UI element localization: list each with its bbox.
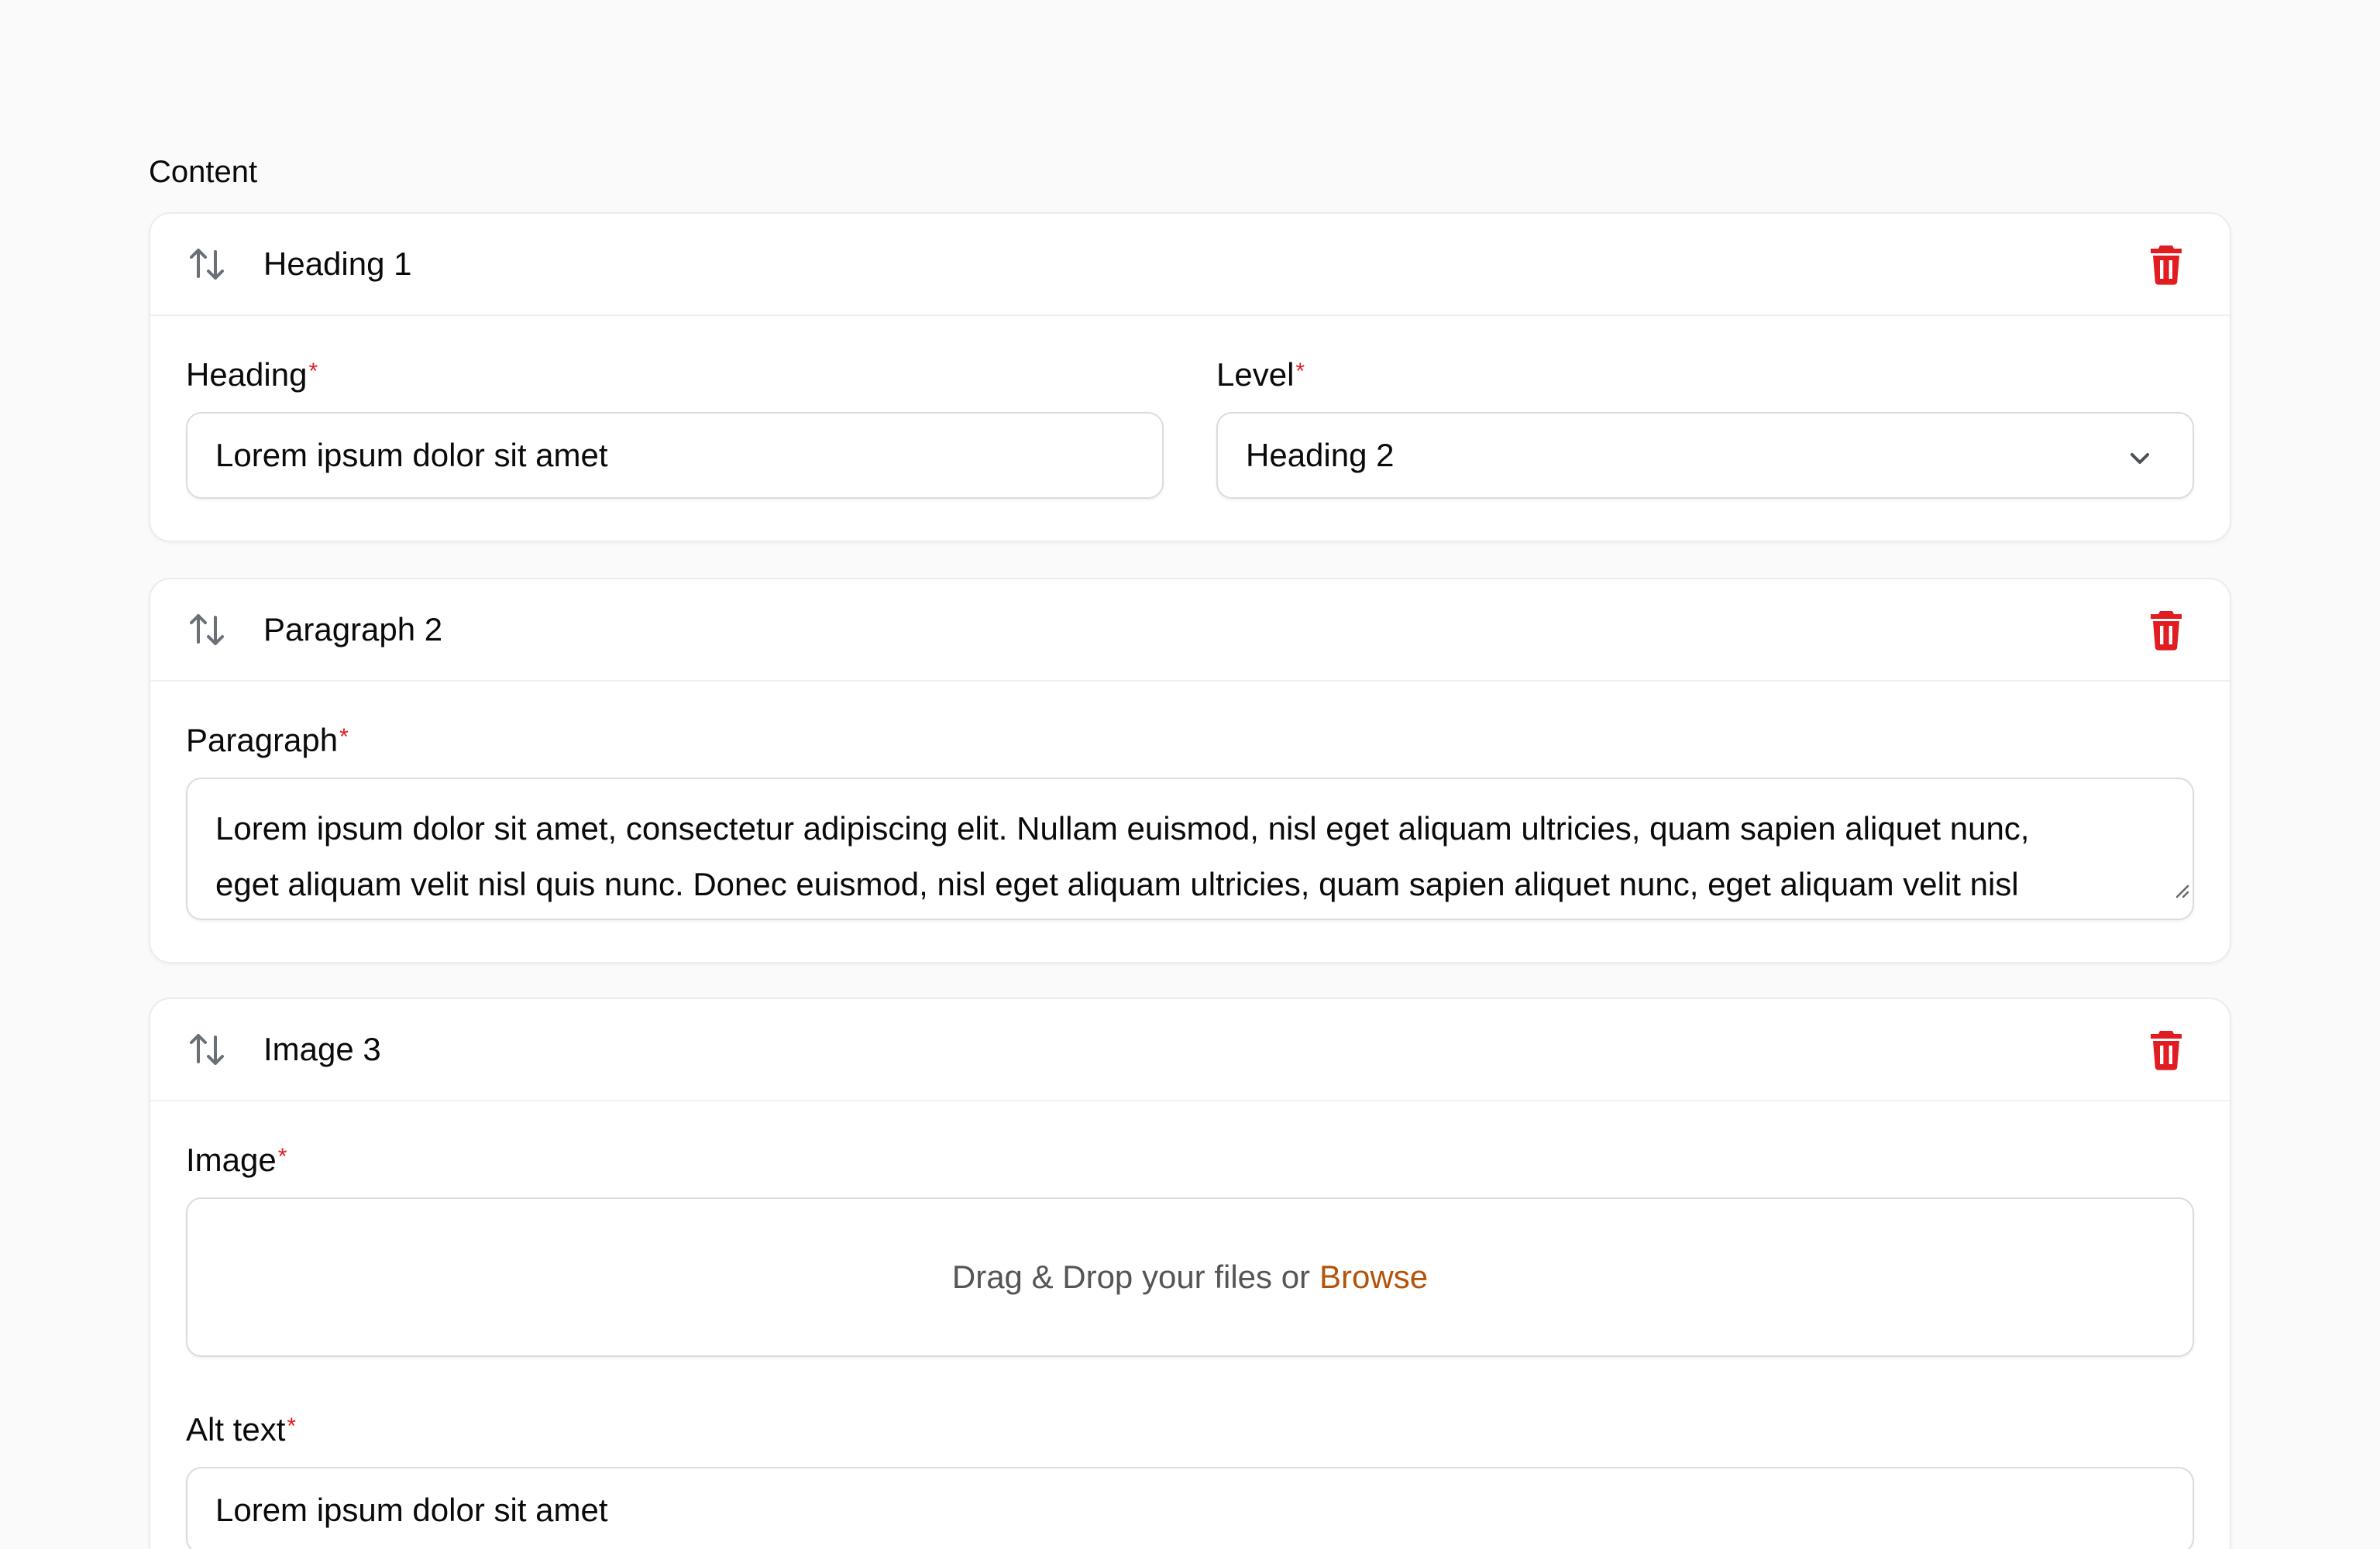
- reorder-icon[interactable]: [186, 608, 229, 651]
- block-body: Image* Drag & Drop your files or Browse …: [150, 1101, 2230, 1549]
- reorder-icon[interactable]: [186, 242, 229, 286]
- required-marker: *: [339, 724, 349, 750]
- required-marker: *: [287, 1413, 297, 1439]
- resize-handle-icon[interactable]: [2171, 860, 2189, 915]
- block-body: Heading* Lorem ipsum dolor sit amet Leve…: [150, 316, 2230, 534]
- paragraph-line: Lorem ipsum dolor sit amet, consectetur …: [215, 810, 2030, 847]
- trash-icon[interactable]: [2144, 243, 2188, 287]
- image-field-label: Image*: [186, 1140, 287, 1180]
- required-marker: *: [277, 1144, 287, 1169]
- dropzone-text: Drag & Drop your files or: [951, 1259, 1311, 1295]
- trash-icon[interactable]: [2144, 1029, 2188, 1072]
- alt-text-field-label: Alt text*: [186, 1410, 296, 1450]
- content-editor-page: Content Heading 1 Heading* Lorem ipsum d…: [0, 0, 2380, 1549]
- block-body: Paragraph* Lorem ipsum dolor sit amet, c…: [150, 682, 2230, 956]
- block-header: Image 3: [150, 999, 2230, 1101]
- paragraph-field-label: Paragraph*: [186, 720, 349, 761]
- level-field-label: Level*: [1216, 355, 1305, 395]
- required-marker: *: [308, 359, 318, 384]
- required-marker: *: [1295, 359, 1305, 384]
- paragraph-line: eget aliquam velit nisl quis nunc. Donec…: [215, 866, 2019, 902]
- alt-label-text: Alt text: [186, 1411, 286, 1448]
- level-select[interactable]: Heading 2: [1216, 412, 2194, 499]
- block-title: Heading 1: [263, 246, 412, 282]
- heading-field-label: Heading*: [186, 355, 318, 395]
- content-block-heading: Heading 1 Heading* Lorem ipsum dolor sit…: [149, 212, 2231, 542]
- block-header: Heading 1: [150, 214, 2230, 316]
- image-dropzone[interactable]: Drag & Drop your files or Browse: [186, 1197, 2194, 1357]
- image-label-text: Image: [186, 1142, 277, 1178]
- paragraph-label-text: Paragraph: [186, 722, 339, 758]
- level-selected-value: Heading 2: [1246, 437, 1395, 473]
- level-label-text: Level: [1216, 356, 1295, 393]
- paragraph-textarea[interactable]: Lorem ipsum dolor sit amet, consectetur …: [186, 778, 2194, 920]
- alt-text-input[interactable]: Lorem ipsum dolor sit amet: [186, 1467, 2194, 1549]
- block-title: Paragraph 2: [263, 611, 443, 647]
- browse-link[interactable]: Browse: [1319, 1259, 1428, 1296]
- block-title: Image 3: [263, 1031, 381, 1067]
- block-header: Paragraph 2: [150, 579, 2230, 682]
- heading-label-text: Heading: [186, 356, 308, 393]
- heading-input[interactable]: Lorem ipsum dolor sit amet: [186, 412, 1164, 499]
- chevron-down-icon: [2126, 443, 2154, 480]
- trash-icon[interactable]: [2144, 609, 2188, 652]
- section-label: Content: [149, 155, 258, 189]
- reorder-icon[interactable]: [186, 1028, 229, 1071]
- content-block-paragraph: Paragraph 2 Paragraph* Lorem ipsum dolor…: [149, 578, 2231, 963]
- content-block-image: Image 3 Image* Drag & Drop your files or…: [149, 998, 2231, 1549]
